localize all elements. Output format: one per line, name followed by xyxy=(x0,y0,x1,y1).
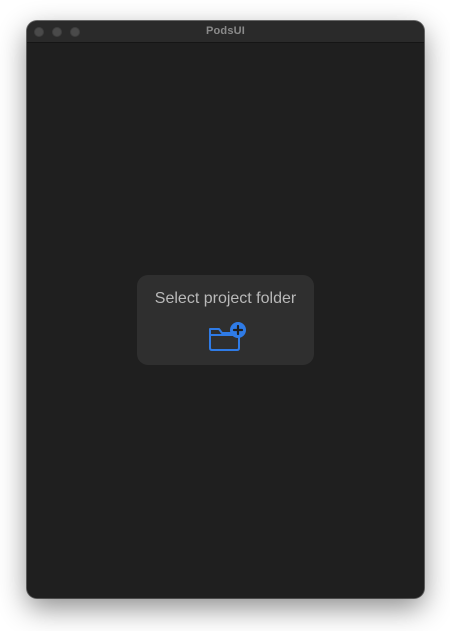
screen: PodsUI Select project folder xyxy=(0,0,450,631)
select-project-folder-label: Select project folder xyxy=(154,290,297,307)
select-project-folder-button[interactable]: Select project folder xyxy=(137,275,314,365)
app-window: PodsUI Select project folder xyxy=(27,21,424,598)
window-title: PodsUI xyxy=(205,25,246,37)
main-content: Select project folder xyxy=(27,43,424,598)
title-bar[interactable]: PodsUI xyxy=(27,21,424,43)
folder-plus-icon xyxy=(209,322,246,351)
